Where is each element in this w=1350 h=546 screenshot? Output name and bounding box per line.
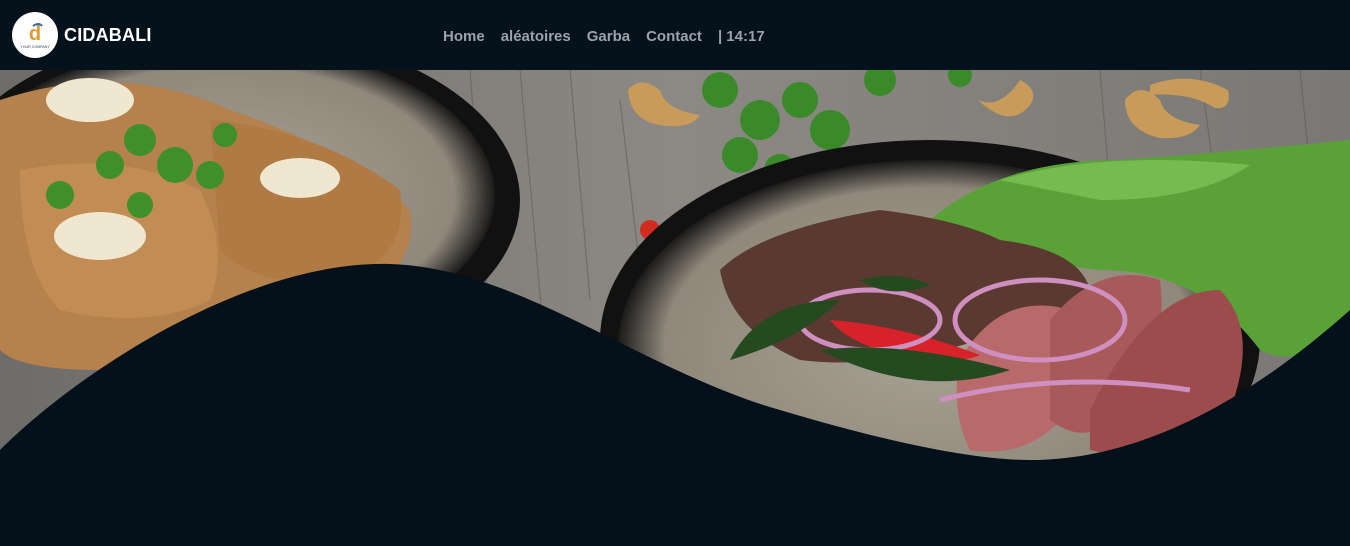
brand-name[interactable]: CIDABALI (64, 25, 152, 46)
hero-section (0, 70, 1350, 546)
brand[interactable]: d YOUR COMPANY CIDABALI (12, 12, 152, 58)
company-logo-icon[interactable]: d YOUR COMPANY (12, 12, 58, 58)
nav-link-garba[interactable]: Garba (587, 28, 630, 45)
nav-link-home[interactable]: Home (443, 28, 485, 45)
nav-link-aleatoires[interactable]: aléatoires (501, 28, 571, 45)
nav-clock: | 14:17 (717, 27, 765, 45)
nav-link-contact[interactable]: Contact (646, 28, 702, 45)
food-plates-photo (0, 70, 1350, 546)
navbar: d YOUR COMPANY CIDABALI Home aléatoires … (0, 0, 1350, 70)
logo-text: YOUR COMPANY (20, 45, 50, 49)
main-nav: Home aléatoires Garba Contact | 14:17 (443, 25, 765, 47)
logo-letter: d (29, 23, 41, 45)
